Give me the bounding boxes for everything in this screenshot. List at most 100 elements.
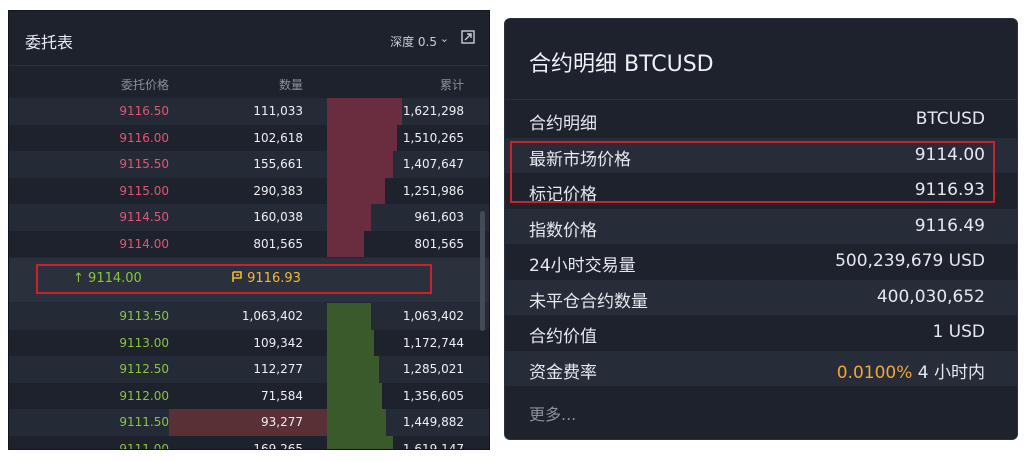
depth-bar xyxy=(327,151,393,178)
depth-bar xyxy=(327,356,380,383)
funding-rate-value: 0.0100% xyxy=(836,362,913,383)
bid-price: 9113.00 xyxy=(119,335,169,350)
depth-bar xyxy=(327,177,386,204)
contract-label: 资金费率 xyxy=(529,362,597,383)
bid-price: 9111.50 xyxy=(119,415,169,429)
depth-bar xyxy=(327,329,375,356)
contract-label: 24小时交易量 xyxy=(529,256,636,276)
expand-icon[interactable] xyxy=(461,30,475,44)
bid-quantity: 109,342 xyxy=(253,335,303,350)
bid-total: 1,285,021 xyxy=(402,362,464,376)
last-price: ↑ 9114.00 xyxy=(73,271,142,286)
contract-value: 0.0100% 4 小时内 xyxy=(837,358,985,383)
contract-row: 合约价值 1 USD xyxy=(505,315,1017,350)
bid-quantity: 71,584 xyxy=(261,388,303,403)
depth-bar xyxy=(327,303,371,330)
bid-price: 9111.00 xyxy=(119,441,169,450)
ask-price: 9115.00 xyxy=(119,183,169,198)
contract-label: 合约价值 xyxy=(529,327,597,347)
contract-row: 24小时交易量 500,239,679 USD xyxy=(505,244,1017,279)
column-quantity: 数量 xyxy=(278,78,303,92)
contract-title: 合约明细 BTCUSD xyxy=(529,52,714,77)
ask-row[interactable]: 9114.50 160,038 961,603 xyxy=(9,204,489,231)
contract-label: 合约明细 xyxy=(529,114,597,134)
ask-price: 9116.50 xyxy=(119,104,169,118)
bid-row[interactable]: 9113.00 109,342 1,172,744 xyxy=(9,329,489,356)
bid-quantity: 112,277 xyxy=(253,362,303,376)
orderbook-header: 委托表 深度 0.5 ⌄ xyxy=(9,11,489,66)
contract-value: 400,030,652 xyxy=(876,286,985,307)
depth-bar xyxy=(327,382,383,409)
ask-list: 9116.50 111,033 1,621,298 9116.00 102,618 1,5… xyxy=(9,98,489,257)
contract-value: 1 USD xyxy=(932,322,985,342)
ask-total: 1,251,986 xyxy=(402,183,464,198)
ask-quantity: 155,661 xyxy=(253,157,303,171)
contract-row: 合约明细 BTCUSD xyxy=(505,102,1017,137)
contract-label: 指数价格 xyxy=(529,220,597,241)
bid-price: 9112.00 xyxy=(119,388,169,403)
ask-row[interactable]: 9114.00 801,565 801,565 xyxy=(9,230,489,257)
bid-row[interactable]: 9113.50 1,063,402 1,063,402 xyxy=(9,303,489,330)
contract-row: 指数价格 9116.49 xyxy=(505,208,1017,244)
bid-quantity: 169,265 xyxy=(253,441,303,450)
bid-quantity: 1,063,402 xyxy=(241,309,303,323)
contract-value: 500,239,679 USD xyxy=(835,251,985,271)
ask-price: 9115.50 xyxy=(119,157,169,171)
depth-bar xyxy=(327,230,364,257)
ask-total: 1,510,265 xyxy=(402,130,464,145)
funding-rate-interval: 4 小时内 xyxy=(912,362,985,383)
column-price: 委托价格 xyxy=(120,78,169,92)
bid-total: 1,063,402 xyxy=(402,309,464,323)
bid-total: 1,172,744 xyxy=(402,335,464,350)
ask-price: 9114.00 xyxy=(119,236,169,251)
bid-price: 9113.50 xyxy=(119,309,169,323)
ask-total: 801,565 xyxy=(414,236,464,251)
more-link[interactable]: 更多... xyxy=(529,401,576,425)
bid-quantity: 93,277 xyxy=(261,415,303,429)
bid-row[interactable]: 9112.50 112,277 1,285,021 xyxy=(9,356,489,383)
ask-total: 961,603 xyxy=(414,210,464,224)
ask-quantity: 160,038 xyxy=(253,210,303,224)
contract-panel: 合约明细 BTCUSD 合约明细 BTCUSD 最新市场价格 9114.00 标记价格 9… xyxy=(504,18,1018,440)
scrollbar[interactable] xyxy=(480,211,485,331)
ask-quantity: 290,383 xyxy=(253,183,303,198)
contract-value: 9116.49 xyxy=(914,215,985,236)
depth-select[interactable]: 深度 0.5 xyxy=(390,33,437,50)
bid-total: 1,356,605 xyxy=(402,388,464,403)
depth-bar xyxy=(327,409,387,436)
column-total: 累计 xyxy=(439,78,464,92)
ask-price: 9116.00 xyxy=(119,130,169,145)
chevron-down-icon[interactable]: ⌄ xyxy=(440,32,449,45)
bid-list: 9113.50 1,063,402 1,063,402 9113.00 109,342 1… xyxy=(9,303,489,450)
contract-label: 未平仓合约数量 xyxy=(529,291,648,312)
ask-quantity: 102,618 xyxy=(253,130,303,145)
bid-row[interactable]: 9111.50 93,277 1,449,882 xyxy=(9,409,489,436)
ask-total: 1,407,647 xyxy=(402,157,464,171)
orderbook-title: 委托表 xyxy=(25,33,74,52)
mid-price-row: ↑ 9114.00 9116.93 xyxy=(9,257,489,303)
ask-quantity: 801,565 xyxy=(253,236,303,251)
bid-row[interactable]: 9112.00 71,584 1,356,605 xyxy=(9,382,489,409)
orderbook-panel: 委托表 深度 0.5 ⌄ 委托价格 数量 累计 9116.50 111,033 1,… xyxy=(8,10,490,450)
ask-row[interactable]: 9115.50 155,661 1,407,647 xyxy=(9,151,489,178)
arrow-up-icon: ↑ xyxy=(73,271,84,286)
bid-row[interactable]: 9111.00 169,265 1,619,147 xyxy=(9,435,489,450)
ask-quantity: 111,033 xyxy=(253,104,303,118)
ask-price: 9114.50 xyxy=(119,210,169,224)
contract-row: 未平仓合约数量 400,030,652 xyxy=(505,279,1017,315)
bid-total: 1,619,147 xyxy=(402,441,464,450)
contract-row: 资金费率 0.0100% 4 小时内 xyxy=(505,350,1017,386)
bid-total: 1,449,882 xyxy=(402,415,464,429)
depth-bar xyxy=(327,124,398,151)
orderbook-column-headers: 委托价格 数量 累计 xyxy=(9,66,489,98)
ask-row[interactable]: 9116.00 102,618 1,510,265 xyxy=(9,124,489,151)
contract-value: BTCUSD xyxy=(915,109,985,129)
mark-price: 9116.93 xyxy=(231,271,301,286)
highlight-box xyxy=(510,141,995,203)
flag-icon xyxy=(232,271,242,282)
ask-row[interactable]: 9116.50 111,033 1,621,298 xyxy=(9,98,489,125)
depth-bar xyxy=(327,204,372,231)
divider xyxy=(505,99,1017,100)
bid-price: 9112.50 xyxy=(119,362,169,376)
ask-row[interactable]: 9115.00 290,383 1,251,986 xyxy=(9,177,489,204)
